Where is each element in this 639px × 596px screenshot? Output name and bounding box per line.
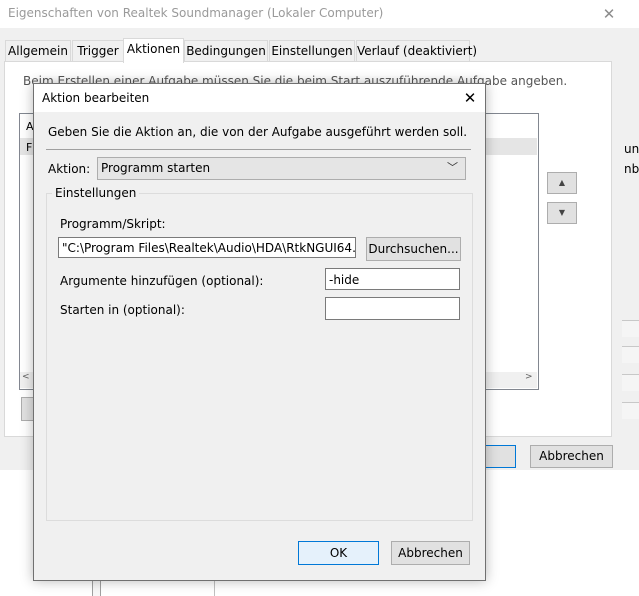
arguments-input[interactable]: -hide <box>325 268 460 290</box>
program-input[interactable]: "C:\Program Files\Realtek\Audio\HDA\RtkN… <box>58 237 356 258</box>
tab-trigger[interactable]: Trigger <box>72 40 124 61</box>
partial-row <box>622 320 639 337</box>
start-in-label: Starten in (optional): <box>60 303 185 317</box>
partial-text-line1: un <box>624 142 639 156</box>
edit-action-dialog: Aktion bearbeiten ✕ Geben Sie die Aktion… <box>33 83 486 581</box>
ok-button[interactable]: OK <box>298 541 379 565</box>
partial-row <box>622 402 639 419</box>
chevron-down-icon: ﹀ <box>447 161 458 174</box>
close-icon[interactable]: ✕ <box>458 87 482 109</box>
settings-legend: Einstellungen <box>52 186 140 200</box>
tab-einstellungen[interactable]: Einstellungen <box>269 40 355 61</box>
action-label: Aktion: <box>48 162 91 176</box>
partial-text-line2: nb <box>624 162 639 176</box>
arguments-label: Argumente hinzufügen (optional): <box>60 274 264 288</box>
dialog-title: Aktion bearbeiten <box>42 91 150 105</box>
browse-button[interactable]: Durchsuchen... <box>366 237 461 261</box>
cancel-button[interactable]: Abbrechen <box>391 541 470 565</box>
arrow-up-icon: ▲ <box>558 178 566 187</box>
partial-row <box>622 374 639 391</box>
background-close-icon[interactable]: ✕ <box>598 3 620 25</box>
move-up-button[interactable]: ▲ <box>547 172 577 194</box>
partial-row <box>622 346 639 363</box>
tab-verlauf[interactable]: Verlauf (deaktiviert) <box>356 40 477 61</box>
background-cancel-button[interactable]: Abbrechen <box>530 445 613 468</box>
dialog-titlebar: Aktion bearbeiten ✕ <box>34 84 485 112</box>
start-in-input[interactable] <box>325 297 460 320</box>
program-label: Programm/Skript: <box>60 217 166 231</box>
action-select[interactable]: Programm starten ﹀ <box>97 157 466 180</box>
dialog-description: Geben Sie die Aktion an, die von der Auf… <box>48 125 468 139</box>
actions-list-row-text: F <box>26 141 33 154</box>
tab-allgemein[interactable]: Allgemein <box>5 40 71 61</box>
background-titlebar: Eigenschaften von Realtek Soundmanager (… <box>0 0 639 28</box>
action-select-value: Programm starten <box>101 161 211 175</box>
tab-bedingungen[interactable]: Bedingungen <box>184 40 268 61</box>
scroll-right-icon[interactable]: > <box>525 372 533 382</box>
background-window-title: Eigenschaften von Realtek Soundmanager (… <box>8 6 384 20</box>
scroll-left-icon[interactable]: < <box>22 372 30 382</box>
partial-window-right <box>621 28 639 428</box>
separator <box>46 149 471 150</box>
arrow-down-icon: ▼ <box>558 208 566 217</box>
tab-aktionen[interactable]: Aktionen <box>123 38 184 63</box>
move-down-button[interactable]: ▼ <box>547 202 577 224</box>
